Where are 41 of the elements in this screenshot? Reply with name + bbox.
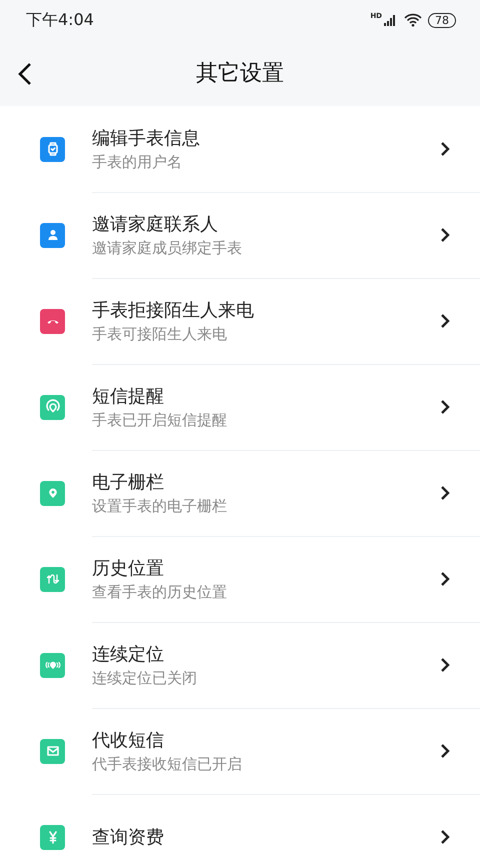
page-title: 其它设置 [196, 60, 284, 88]
settings-row[interactable]: 短信提醒 手表已开启短信提醒 [0, 364, 480, 450]
settings-row[interactable]: 连续定位 连续定位已关闭 [0, 622, 480, 708]
chevron-icon [440, 140, 450, 156]
row-subtitle: 手表已开启短信提醒 [92, 410, 228, 430]
settings-row[interactable]: 邀请家庭联系人 邀请家庭成员绑定手表 [0, 192, 480, 278]
settings-row[interactable]: 手表拒接陌生人来电 手表可接陌生人来电 [0, 278, 480, 364]
battery-indicator: 78 [428, 12, 456, 28]
row-subtitle: 邀请家庭成员绑定手表 [92, 238, 243, 258]
chevron-icon [440, 398, 450, 414]
row-title: 代收短信 [92, 728, 165, 752]
row-title: 连续定位 [92, 642, 165, 666]
row-title: 查询资费 [92, 826, 165, 848]
chevron-icon [440, 828, 450, 844]
settings-row[interactable]: 代收短信 代手表接收短信已开启 [0, 708, 480, 794]
signal-icon [383, 13, 397, 27]
row-title: 手表拒接陌生人来电 [92, 298, 255, 322]
row-subtitle: 手表可接陌生人来电 [92, 324, 228, 344]
row-title: 短信提醒 [92, 384, 165, 408]
chevron-icon [440, 226, 450, 242]
row-subtitle: 代手表接收短信已开启 [92, 754, 243, 774]
row-title: 邀请家庭联系人 [92, 212, 219, 236]
wifi-icon [404, 13, 422, 27]
back-icon [18, 62, 32, 86]
row-title: 历史位置 [92, 556, 165, 580]
chevron-icon [440, 312, 450, 328]
row-subtitle: 设置手表的电子栅栏 [92, 496, 228, 516]
settings-row[interactable]: 查询资费 [0, 794, 480, 853]
status-time: 下午4:04 [26, 10, 95, 30]
chevron-icon [440, 656, 450, 672]
settings-row[interactable]: 历史位置 查看手表的历史位置 [0, 536, 480, 622]
row-title: 编辑手表信息 [92, 126, 201, 150]
chevron-icon [440, 484, 450, 500]
row-subtitle: 手表的用户名 [92, 152, 183, 172]
settings-row[interactable]: 电子栅栏 设置手表的电子栅栏 [0, 450, 480, 536]
row-subtitle: 查看手表的历史位置 [92, 582, 228, 602]
row-title: 电子栅栏 [92, 470, 165, 494]
chevron-icon [440, 570, 450, 586]
settings-row[interactable]: 编辑手表信息 手表的用户名 [0, 106, 480, 192]
row-subtitle: 连续定位已关闭 [92, 668, 198, 688]
chevron-icon [440, 742, 450, 758]
